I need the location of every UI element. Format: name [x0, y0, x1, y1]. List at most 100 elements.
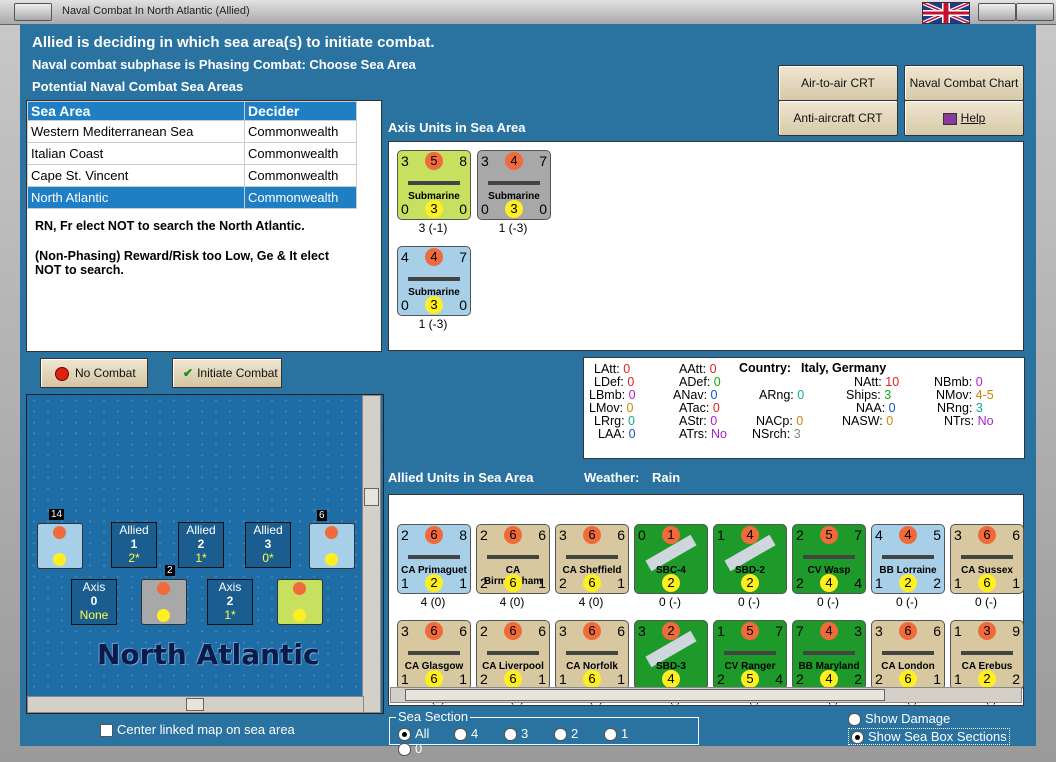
sea-section-option[interactable]: 3: [504, 726, 554, 742]
sea-area-table: Sea Area Decider Western Mediterranean S…: [27, 101, 357, 209]
naval-combat-chart-button[interactable]: Naval Combat Chart: [904, 65, 1024, 101]
stat-label: NBmb:: [934, 375, 976, 389]
stat-latt: LAtt: 0: [594, 362, 630, 376]
minimize-button[interactable]: [978, 3, 1016, 21]
table-row-selected[interactable]: North Atlantic Commonwealth: [27, 186, 357, 209]
stat-label: NRng:: [937, 401, 976, 415]
system-menu-button[interactable]: [14, 3, 52, 21]
counter-bottom-left: 0: [401, 297, 409, 313]
stat-value: 0: [975, 375, 983, 389]
ship-icon: [803, 555, 855, 559]
allied-hscroll-thumb[interactable]: [405, 689, 885, 701]
sea-section-radio[interactable]: [504, 728, 517, 742]
allied-sea-box[interactable]: Allied 1 2*: [111, 522, 157, 568]
sea-section-option[interactable]: 1: [604, 726, 654, 742]
axis-sea-box[interactable]: Axis 0 None: [71, 579, 117, 625]
allied-horizontal-scrollbar[interactable]: [390, 687, 1022, 703]
counter-bottom-left: 2: [480, 671, 488, 687]
unit-counter[interactable]: 3 6 6 CA Sheffield 2 6 1: [555, 524, 629, 594]
unit-counter[interactable]: 0 1 SBC-4 2: [634, 524, 708, 594]
sea-section-legend: Sea Section: [396, 709, 471, 724]
counter-top-right: 6: [933, 623, 941, 639]
anti-aircraft-crt-button[interactable]: Anti-aircraft CRT: [778, 100, 898, 136]
counter-bottom-right: 4: [775, 671, 783, 687]
unit-counter[interactable]: 3 2 SBD-3 4: [634, 620, 708, 690]
box-number: 1: [130, 537, 138, 551]
map-unit-counter[interactable]: [141, 579, 187, 625]
stat-ntrs: NTrs: No: [944, 414, 994, 428]
unit-counter[interactable]: 3 6 6 CA Norfolk 1 6 1: [555, 620, 629, 690]
unit-counter[interactable]: 3 6 6 CA Glasgow 1 6 1: [397, 620, 471, 690]
allied-sea-box[interactable]: Allied 3 0*: [245, 522, 291, 568]
show-damage-option[interactable]: Show Damage: [848, 711, 950, 727]
no-combat-button[interactable]: No Combat: [40, 358, 148, 388]
unit-counter[interactable]: 4 4 7 Submarine 0 3 0: [397, 246, 471, 316]
help-button[interactable]: Help: [904, 100, 1024, 136]
unit-counter[interactable]: 1 3 9 CA Erebus 1 2 2: [950, 620, 1024, 690]
unit-counter[interactable]: 1 4 SBD-2 2: [713, 524, 787, 594]
sea-section-radio[interactable]: [604, 728, 617, 742]
sea-section-radio[interactable]: [398, 743, 411, 757]
axis-sea-box[interactable]: Axis 2 1*: [207, 579, 253, 625]
show-sea-box-radio[interactable]: [851, 731, 864, 745]
sea-section-radio[interactable]: [454, 728, 467, 742]
map-unit-counter[interactable]: [37, 523, 83, 569]
allied-sea-box[interactable]: Allied 2 1*: [178, 522, 224, 568]
center-map-checkbox[interactable]: [100, 724, 113, 738]
initiate-combat-button[interactable]: ✔ Initiate Combat: [172, 358, 282, 388]
unit-counter[interactable]: 1 5 7 CV Ranger 2 5 4: [713, 620, 787, 690]
unit-counter[interactable]: 266CA Birmingham261: [476, 524, 550, 594]
counter-bottom-left: 0: [481, 201, 489, 217]
counter-bottom-circle: 4: [820, 670, 838, 688]
unit-counter[interactable]: 2 6 6 CA Liverpool 2 6 1: [476, 620, 550, 690]
sea-section-option[interactable]: All: [398, 726, 454, 742]
sea-map-view[interactable]: Allied 1 2* Allied 2 1* Allied 3 0* Axis 0 None Axis…: [26, 394, 384, 714]
decider-cell: Commonwealth: [244, 186, 357, 209]
unit-counter[interactable]: 2 5 7 CV Wasp 2 4 4: [792, 524, 866, 594]
stat-lmov: LMov: 0: [589, 401, 633, 415]
air-to-air-crt-button[interactable]: Air-to-air CRT: [778, 65, 898, 101]
center-map-option[interactable]: Center linked map on sea area: [100, 722, 295, 738]
unit-counter[interactable]: 7 4 3 BB Maryland 2 4 2: [792, 620, 866, 690]
table-row[interactable]: Cape St. Vincent Commonwealth: [27, 164, 357, 187]
sea-section-option[interactable]: 0: [398, 741, 448, 757]
counter-top-circle: 4: [425, 248, 443, 266]
sea-section-option[interactable]: 2: [554, 726, 604, 742]
sea-section-option[interactable]: 4: [454, 726, 504, 742]
map-unit-bottom-circle: [53, 553, 66, 566]
counter-bottom-right: 1: [459, 575, 467, 591]
map-unit-bottom-circle: [157, 609, 170, 622]
stat-value: 0: [886, 414, 894, 428]
counter-bottom-right: 1: [617, 671, 625, 687]
map-vscroll-thumb[interactable]: [364, 488, 379, 506]
map-unit-counter[interactable]: [309, 523, 355, 569]
sea-section-radio[interactable]: [398, 728, 411, 742]
stat-value: 0: [628, 427, 636, 441]
map-hscroll-thumb[interactable]: [186, 698, 204, 711]
unit-counter[interactable]: 3 6 6 CA London 2 6 1: [871, 620, 945, 690]
close-button[interactable]: [1016, 3, 1054, 21]
counter-strength: 0 (-): [659, 595, 681, 609]
map-unit-bottom-circle: [293, 609, 306, 622]
counter-top-right: 7: [539, 153, 547, 169]
counter-bottom-left: 2: [717, 671, 725, 687]
map-unit-counter[interactable]: [277, 579, 323, 625]
counter-bottom-right: 1: [933, 671, 941, 687]
show-damage-radio[interactable]: [848, 713, 861, 727]
unit-counter[interactable]: 3 5 8 Submarine 0 3 0: [397, 150, 471, 220]
sea-section-radio[interactable]: [554, 728, 567, 742]
map-vertical-scrollbar[interactable]: [362, 395, 381, 713]
unit-counter[interactable]: 3 4 7 Submarine 0 3 0: [477, 150, 551, 220]
counter-top-left: 4: [875, 527, 883, 543]
stat-nsrch: NSrch: 3: [752, 427, 801, 441]
show-sea-box-option[interactable]: Show Sea Box Sections: [848, 728, 1010, 746]
counter-top-circle: 4: [505, 152, 523, 170]
table-row[interactable]: Western Mediterranean Sea Commonwealth: [27, 120, 357, 143]
unit-counter[interactable]: 4 4 5 BB Lorraine 1 2 2: [871, 524, 945, 594]
unit-counter[interactable]: 3 6 6 CA Sussex 1 6 1: [950, 524, 1024, 594]
stat-nbmb: NBmb: 0: [934, 375, 983, 389]
table-row[interactable]: Italian Coast Commonwealth: [27, 142, 357, 165]
unit-counter[interactable]: 2 6 8 CA Primaguet 1 2 1: [397, 524, 471, 594]
map-horizontal-scrollbar[interactable]: [27, 696, 364, 713]
counter-top-circle: 3: [978, 622, 996, 640]
